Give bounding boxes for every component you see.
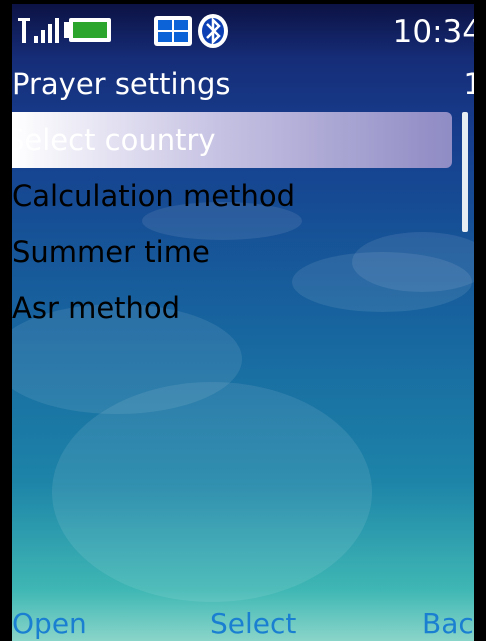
page-counter: 1 (463, 67, 474, 101)
menu-item-label: Select country (12, 123, 216, 157)
bluetooth-icon (198, 14, 228, 48)
bg-bubble (52, 382, 372, 602)
phone-screen: 10:34 Prayer settings 1 Select country C… (12, 4, 474, 641)
device-frame-left (0, 0, 12, 641)
menu-item-label: Summer time (12, 235, 210, 269)
network-icon (154, 16, 192, 46)
status-bar: 10:34 (12, 4, 474, 60)
menu-item-calculation-method[interactable]: Calculation method (12, 168, 452, 224)
softkey-bar: Open Select Back (12, 604, 474, 641)
device-frame-right (474, 0, 486, 641)
back-softkey[interactable]: Back (422, 606, 474, 641)
menu-item-label: Asr method (12, 291, 181, 325)
menu-item-summer-time[interactable]: Summer time (12, 224, 452, 280)
status-icons (18, 14, 228, 48)
signal-icon (18, 18, 59, 43)
menu-item-select-country[interactable]: Select country (12, 112, 452, 168)
menu-item-label: Calculation method (12, 179, 295, 213)
clock-time: 10:34 (392, 14, 474, 50)
page-title: Prayer settings (12, 67, 231, 101)
battery-icon (64, 18, 111, 42)
select-softkey[interactable]: Select (210, 606, 296, 641)
menu-item-asr-method[interactable]: Asr method (12, 280, 452, 336)
open-softkey[interactable]: Open (12, 606, 87, 641)
settings-menu: Select country Calculation method Summer… (12, 112, 452, 336)
scrollbar[interactable] (462, 112, 468, 232)
